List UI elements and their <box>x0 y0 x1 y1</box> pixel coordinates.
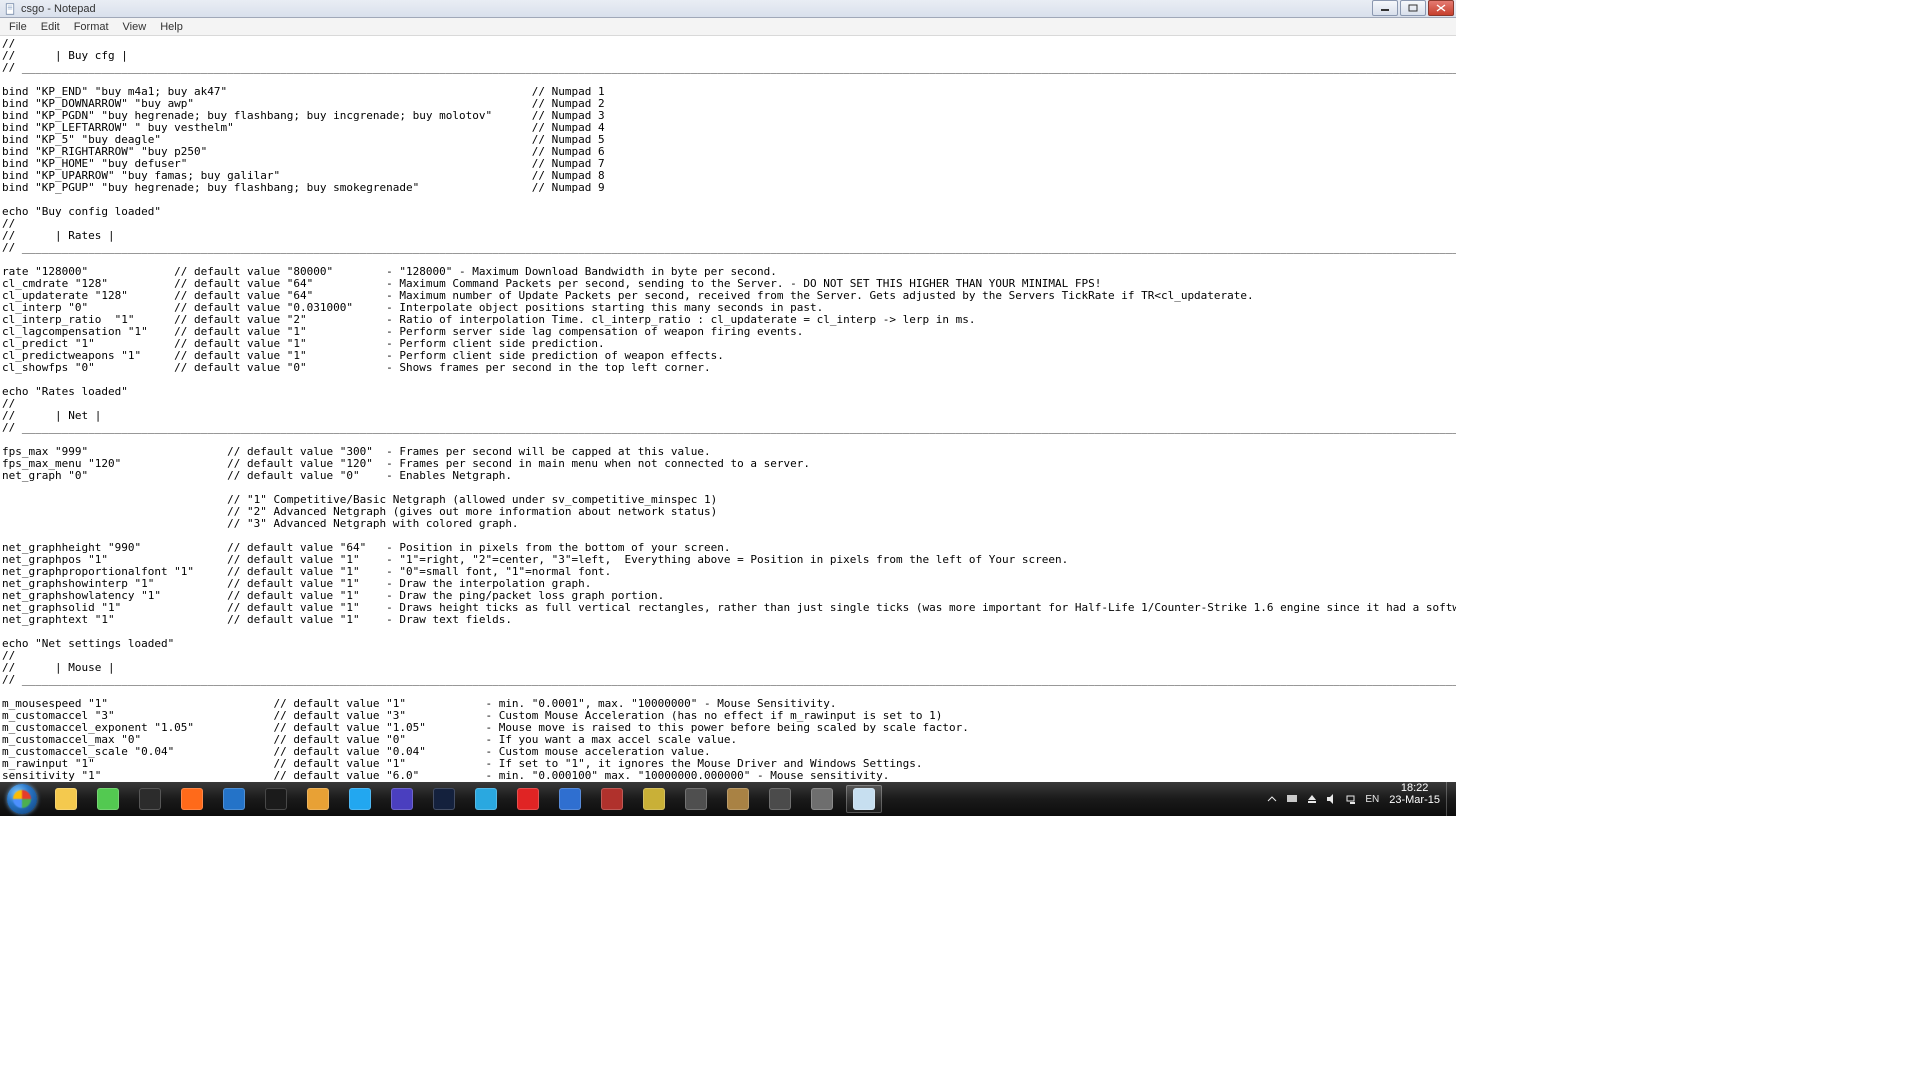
show-desktop-button[interactable] <box>1446 782 1456 816</box>
clock-time: 18:22 <box>1389 782 1440 794</box>
window-controls <box>1372 0 1456 18</box>
unknown-icon[interactable] <box>762 785 798 813</box>
taskbar: EN 18:22 23-Mar-15 <box>0 782 1456 816</box>
clock-date: 23-Mar-15 <box>1389 794 1440 806</box>
taskbar-apps <box>44 782 882 816</box>
fraps-icon[interactable] <box>510 785 546 813</box>
tray-network-icon[interactable] <box>1345 792 1359 806</box>
menu-file[interactable]: File <box>2 20 34 34</box>
notepad-icon[interactable] <box>846 785 882 813</box>
start-button[interactable] <box>0 782 44 816</box>
taskbar-clock[interactable]: 18:22 23-Mar-15 <box>1383 782 1446 816</box>
notepadpp-icon[interactable] <box>636 785 672 813</box>
notepad-window: csgo - Notepad File Edit Format View Hel… <box>0 0 1456 816</box>
tray-locale[interactable]: EN <box>1365 792 1379 806</box>
uplay-icon[interactable] <box>384 785 420 813</box>
steelseries-icon[interactable] <box>258 785 294 813</box>
tray-flag-icon[interactable] <box>1285 792 1299 806</box>
tray-speaker-icon[interactable] <box>1325 792 1339 806</box>
notepad-file-icon <box>3 2 17 16</box>
menu-help[interactable]: Help <box>153 20 190 34</box>
menu-edit[interactable]: Edit <box>34 20 67 34</box>
discord-icon[interactable] <box>804 785 840 813</box>
winamp-icon[interactable] <box>300 785 336 813</box>
minimize-button[interactable] <box>1372 0 1398 16</box>
ts3-icon[interactable] <box>552 785 588 813</box>
tray-chevron-up-icon[interactable] <box>1265 792 1279 806</box>
window-title: csgo - Notepad <box>21 3 1372 15</box>
utorrent-icon[interactable] <box>90 785 126 813</box>
menu-view[interactable]: View <box>116 20 154 34</box>
razer-icon[interactable] <box>594 785 630 813</box>
bluestacks-icon[interactable] <box>216 785 252 813</box>
tray-eject-icon[interactable] <box>1305 792 1319 806</box>
lol-icon[interactable] <box>720 785 756 813</box>
editor-scrollarea[interactable]: // // | Buy cfg | // ___________________… <box>0 36 1456 782</box>
menu-format[interactable]: Format <box>67 20 116 34</box>
worldoftanks-icon[interactable] <box>678 785 714 813</box>
menubar: File Edit Format View Help <box>0 18 1456 36</box>
maximize-button[interactable] <box>1400 0 1426 16</box>
titlebar[interactable]: csgo - Notepad <box>0 0 1456 18</box>
steam-icon[interactable] <box>132 785 168 813</box>
system-tray: EN <box>1261 782 1383 816</box>
photoshop-icon[interactable] <box>426 785 462 813</box>
editor-text[interactable]: // // | Buy cfg | // ___________________… <box>0 36 1456 782</box>
skype-icon[interactable] <box>342 785 378 813</box>
origin-icon[interactable] <box>174 785 210 813</box>
teamviewer-icon[interactable] <box>468 785 504 813</box>
chrome-icon[interactable] <box>48 785 84 813</box>
close-button[interactable] <box>1428 0 1454 16</box>
